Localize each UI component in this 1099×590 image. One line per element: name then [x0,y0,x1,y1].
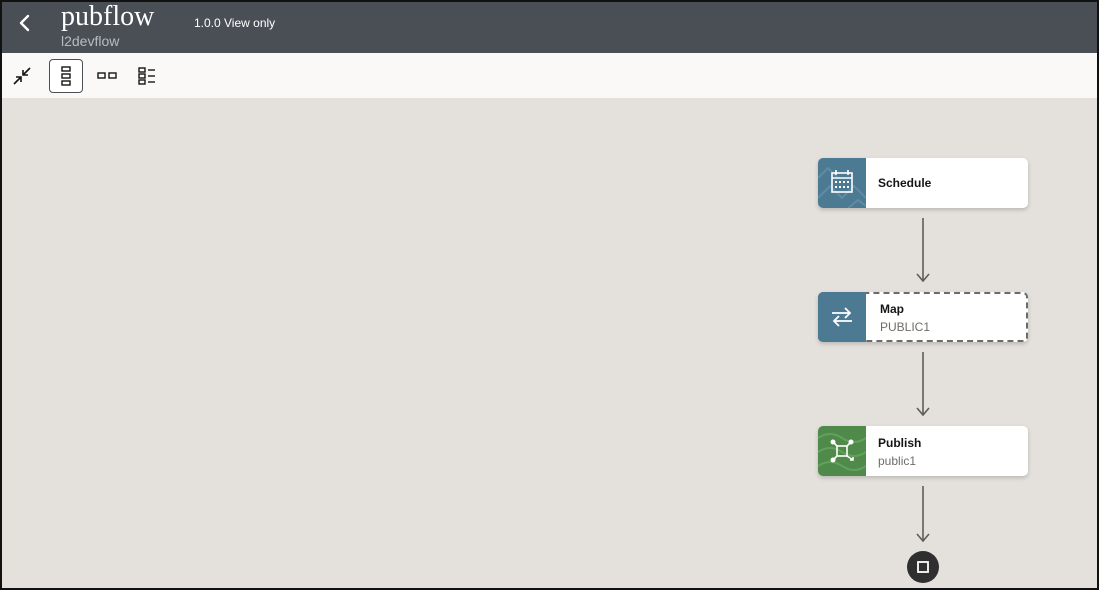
vertical-layout-button[interactable] [49,59,83,93]
publish-node-subtitle: public1 [878,454,917,468]
map-node[interactable]: Map PUBLIC1 [818,292,1028,342]
horizontal-layout-icon [97,72,117,79]
page-title: pubflow [61,1,155,32]
schedule-node-title: Schedule [878,176,932,190]
vertical-layout-icon [61,66,71,86]
swap-arrows-icon [832,307,852,327]
schedule-node[interactable]: Schedule [818,158,1028,208]
back-button[interactable] [12,10,38,36]
page-subtitle: l2devflow [61,33,120,49]
calendar-icon [818,166,866,208]
chevron-left-icon [19,14,30,32]
detail-layout-icon [138,67,155,85]
publish-network-icon [818,433,866,471]
flow-canvas[interactable]: Schedule Map PUBLIC1 Publish public1 [2,98,1097,588]
collapse-icon [13,67,31,85]
horizontal-layout-button[interactable] [90,59,124,93]
collapse-button[interactable] [5,59,39,93]
map-node-tile [818,292,866,342]
schedule-node-tile [818,158,866,208]
flow-arrow [916,218,930,283]
stop-icon [917,561,929,573]
toolbar [2,53,1097,98]
publish-node-title: Publish [878,436,922,450]
app-window: pubflow l2devflow 1.0.0 View only Schedu… [0,0,1099,590]
flow-arrow [916,486,930,543]
map-node-subtitle: PUBLIC1 [880,320,931,334]
header-bar: pubflow l2devflow 1.0.0 View only [2,2,1097,53]
publish-node[interactable]: Publish public1 [818,426,1028,476]
map-node-title: Map [880,302,904,316]
end-node[interactable] [907,551,939,583]
publish-node-tile [818,426,866,476]
detail-layout-button[interactable] [130,59,164,93]
version-badge: 1.0.0 View only [194,16,276,30]
flow-arrow [916,352,930,417]
